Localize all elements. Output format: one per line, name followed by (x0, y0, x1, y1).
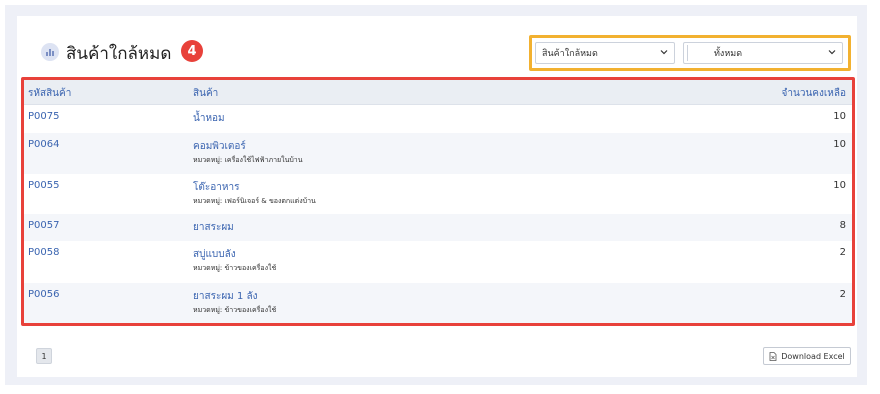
chevron-down-icon (660, 50, 668, 55)
column-header-quantity: จำนวนคงเหลือ (781, 88, 846, 99)
product-code-link[interactable]: P0055 (28, 180, 59, 191)
product-name-link[interactable]: ยาสระผม 1 ลัง (193, 289, 258, 304)
product-code-link[interactable]: P0057 (28, 220, 59, 231)
chevron-down-icon (828, 50, 836, 55)
quantity-value: 10 (833, 139, 846, 150)
file-icon (769, 351, 777, 361)
product-code-link[interactable]: P0058 (28, 247, 59, 258)
status-select[interactable]: สินค้าใกล้หมด (535, 42, 675, 64)
product-category: หมวดหมู่: เฟอร์นิเจอร์ & ของตกแต่งบ้าน (193, 197, 316, 205)
product-code-link[interactable]: P0056 (28, 289, 59, 300)
table-row: P0055 โต๊ะอาหาร หมวดหมู่: เฟอร์นิเจอร์ &… (24, 174, 852, 214)
status-select-value: สินค้าใกล้หมด (542, 49, 598, 59)
quantity-value: 2 (839, 289, 846, 300)
product-name-link[interactable]: น้ำหอม (193, 111, 225, 126)
quantity-value: 8 (839, 220, 846, 231)
download-excel-button[interactable]: Download Excel (763, 347, 851, 365)
product-code-link[interactable]: P0075 (28, 111, 59, 122)
table-row: P0064 คอมพิวเตอร์ หมวดหมู่: เครื่องใช้ไฟ… (24, 133, 852, 174)
annotation-badge: 4 (181, 40, 203, 62)
category-select-value: ทั้งหมด (714, 49, 743, 59)
product-category: หมวดหมู่: ข้าวของเครื่องใช้ (193, 264, 277, 272)
chart-icon (41, 43, 59, 61)
page-background: สินค้าใกล้หมด 4 สินค้าใกล้หมด ทั้งหมด รห… (5, 5, 867, 385)
column-header-product: สินค้า (193, 88, 219, 99)
category-select[interactable]: ทั้งหมด (683, 42, 843, 64)
product-name-link[interactable]: สบู่แบบลัง (193, 247, 236, 262)
table-row: P0057 ยาสระผม 8 (24, 214, 852, 241)
page-title: สินค้าใกล้หมด (66, 44, 172, 64)
filter-group: สินค้าใกล้หมด ทั้งหมด (529, 35, 851, 71)
product-name-link[interactable]: โต๊ะอาหาร (193, 180, 239, 195)
quantity-value: 2 (839, 247, 846, 258)
table-row: P0058 สบู่แบบลัง หมวดหมู่: ข้าวของเครื่อ… (24, 241, 852, 283)
download-excel-label: Download Excel (781, 351, 845, 361)
product-category: หมวดหมู่: เครื่องใช้ไฟฟ้าภายในบ้าน (193, 156, 303, 164)
product-name-link[interactable]: คอมพิวเตอร์ (193, 139, 246, 154)
quantity-value: 10 (833, 180, 846, 191)
table-row: P0056 ยาสระผม 1 ลัง หมวดหมู่: ข้าวของเคร… (24, 283, 852, 323)
pagination-page-button[interactable]: 1 (36, 348, 52, 364)
product-category: หมวดหมู่: ข้าวของเครื่องใช้ (193, 306, 277, 314)
table-header: รหัสสินค้า สินค้า จำนวนคงเหลือ (24, 80, 852, 105)
product-code-link[interactable]: P0064 (28, 139, 59, 150)
column-header-code: รหัสสินค้า (28, 88, 72, 99)
table-row: P0075 น้ำหอม 10 (24, 105, 852, 133)
low-stock-card: สินค้าใกล้หมด 4 สินค้าใกล้หมด ทั้งหมด รห… (17, 16, 857, 377)
low-stock-table: รหัสสินค้า สินค้า จำนวนคงเหลือ P0075 น้ำ… (21, 77, 855, 326)
product-name-link[interactable]: ยาสระผม (193, 220, 234, 235)
quantity-value: 10 (833, 111, 846, 122)
